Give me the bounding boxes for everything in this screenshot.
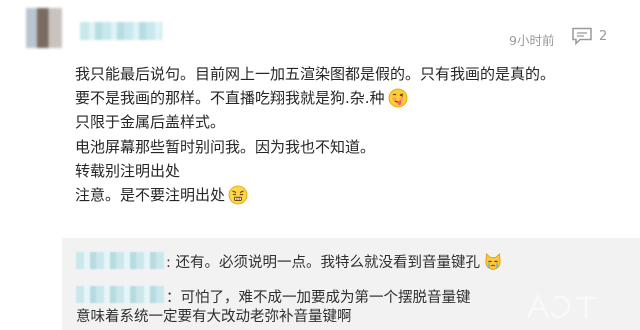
watermark-logo-icon	[526, 292, 596, 319]
comment-line: 电池屏幕那些暂时别问我。因为我也不知道。	[75, 137, 376, 156]
reply-item: ：可怕了，难不成一加要成为第一个摆脱音量键	[166, 290, 471, 306]
reply-username-blurred[interactable]	[76, 286, 164, 303]
reply-item: : 还有。必须说明一点。我特么就没看到音量键孔	[166, 251, 503, 272]
comment-line: 注意。是不要注明出处	[75, 183, 635, 207]
comment-line: 只限于金属后盖样式。	[75, 113, 226, 132]
comment-bubble-icon	[572, 27, 592, 45]
comment-timestamp: 9小时前	[509, 33, 555, 48]
comment-line: 我只能最后说句。目前网上一加五渲染图都是假的。只有我画的是真的。	[75, 65, 556, 83]
crying-cat-emoji-icon	[485, 252, 501, 270]
comment-line: 转载别注明出处	[75, 161, 181, 180]
comment-line: 要不是我画的那样。不直播吃翔我就是狗.杂.种	[75, 86, 635, 110]
reply-count-button[interactable]: 2	[571, 27, 607, 45]
frustrated-emoji-icon	[228, 185, 248, 205]
reply-count: 2	[599, 28, 608, 44]
comment-body: 我只能最后说句。目前网上一加五渲染图都是假的。只有我画的是真的。 要不是我画的那…	[75, 62, 635, 207]
avatar[interactable]	[26, 8, 62, 48]
reply-username-blurred[interactable]	[76, 252, 164, 269]
username-blurred[interactable]	[80, 22, 162, 40]
tongue-out-emoji-icon	[388, 88, 407, 108]
reply-item-continued: 意味着系统一定要有大改动老弥补音量键啊	[76, 309, 352, 325]
